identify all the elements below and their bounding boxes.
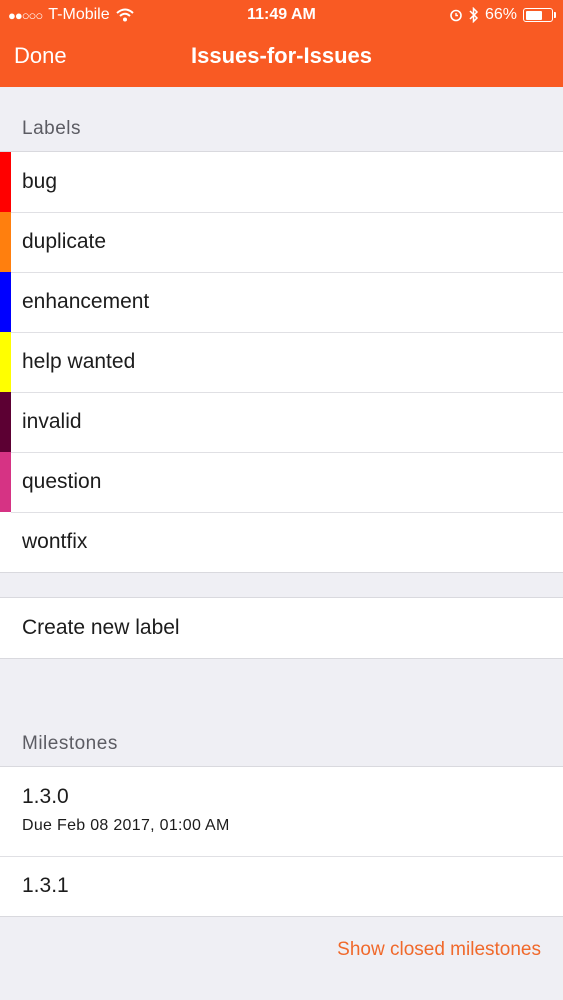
label-color-swatch <box>0 452 11 512</box>
label-color-swatch <box>0 512 11 572</box>
alarm-icon <box>449 8 463 22</box>
battery-icon <box>523 8 556 22</box>
status-right: 66% <box>449 6 556 24</box>
milestone-due-date: Due Feb 08 2017, 01:00 AM <box>22 817 230 834</box>
create-new-label-button[interactable]: Create new label <box>0 598 563 658</box>
label-row[interactable]: enhancement <box>0 272 563 332</box>
label-name: wontfix <box>22 530 88 553</box>
create-label-group: Create new label <box>0 597 563 659</box>
label-row[interactable]: wontfix <box>0 512 563 572</box>
labels-list: bug duplicate enhancement help wanted invali… <box>0 151 563 573</box>
label-name: duplicate <box>22 230 107 253</box>
label-row[interactable]: invalid <box>0 392 563 452</box>
battery-percent: 66% <box>484 6 517 23</box>
top-bar: ●●○○○ T-Mobile 11:49 AM 66% Done Issues-… <box>0 0 563 87</box>
status-bar: ●●○○○ T-Mobile 11:49 AM 66% <box>0 0 563 30</box>
milestone-row[interactable]: 1.3.1 <box>0 856 563 916</box>
milestone-title: 1.3.1 <box>22 874 69 897</box>
label-row[interactable]: help wanted <box>0 332 563 392</box>
label-name: invalid <box>22 410 82 433</box>
label-color-swatch <box>0 152 11 212</box>
page-title: Issues-for-Issues <box>191 43 372 68</box>
label-color-swatch <box>0 392 11 452</box>
label-row[interactable]: question <box>0 452 563 512</box>
labels-section-header: Labels <box>22 118 81 139</box>
label-row[interactable]: bug <box>0 152 563 212</box>
battery-fill <box>525 10 542 20</box>
milestone-row[interactable]: 1.3.0 Due Feb 08 2017, 01:00 AM <box>0 767 563 856</box>
label-color-swatch <box>0 332 11 392</box>
milestones-list: 1.3.0 Due Feb 08 2017, 01:00 AM 1.3.1 <box>0 766 563 917</box>
label-name: help wanted <box>22 350 136 373</box>
create-new-label-text: Create new label <box>22 616 180 639</box>
label-color-swatch <box>0 212 11 272</box>
label-name: question <box>22 470 102 493</box>
nav-bar: Done Issues-for-Issues <box>0 36 563 78</box>
milestone-title: 1.3.0 <box>22 785 69 808</box>
label-color-swatch <box>0 272 11 332</box>
label-name: bug <box>22 170 58 193</box>
show-closed-milestones-button[interactable]: Show closed milestones <box>337 939 541 961</box>
bluetooth-icon <box>469 7 479 23</box>
milestones-section-header: Milestones <box>22 733 118 754</box>
label-name: enhancement <box>22 290 150 313</box>
label-row[interactable]: duplicate <box>0 212 563 272</box>
